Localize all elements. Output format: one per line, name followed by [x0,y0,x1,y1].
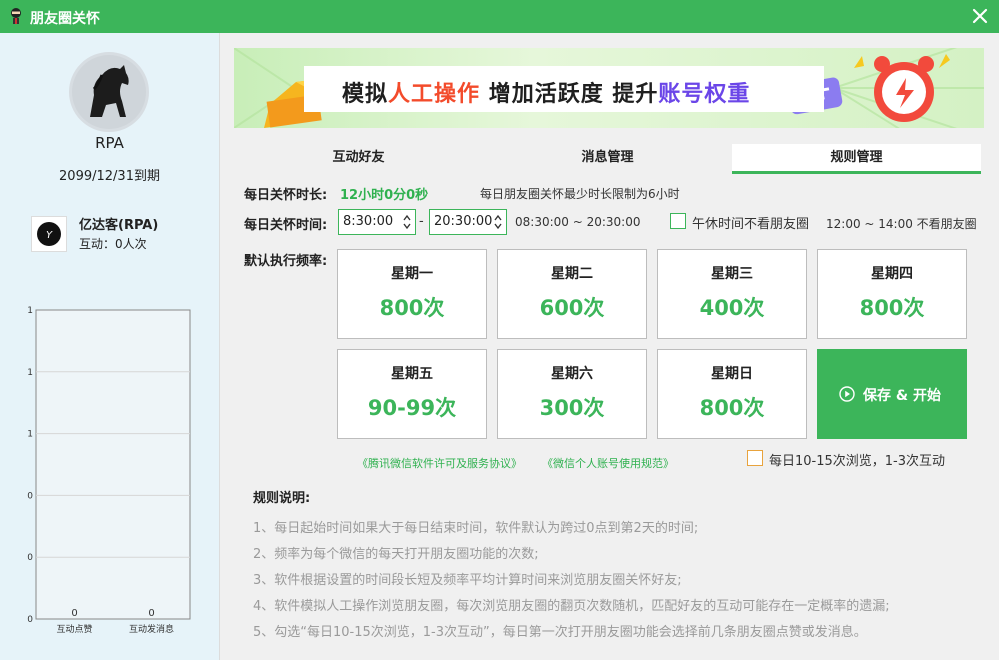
day-frequency: 800次 [859,296,925,320]
save-start-label: 保存 & 开始 [863,388,941,404]
end-time-input[interactable]: 20:30:00 [429,209,507,235]
start-time-input[interactable]: 8:30:00 [338,209,416,235]
close-icon[interactable] [969,5,991,27]
chart-y-tick-label: 1 [27,368,33,378]
account-name: 亿达客(RPA) [79,218,159,233]
main-panel: 模拟人工操作 增加活跃度 提升账号权重 互动好友 消息管理 规则管理 每日关怀时… [219,33,999,660]
day-name: 星期日 [711,366,753,382]
tab-bar: 互动好友 消息管理 规则管理 [234,144,982,174]
start-time-value: 8:30:00 [343,214,394,229]
day-frequency: 400次 [699,296,765,320]
time-dash: - [419,214,424,229]
banner-part3: 增加活跃度 提升 [480,82,659,107]
chart-y-tick-label: 1 [27,430,33,440]
time-range: 08:30:00 ~ 20:30:00 [515,215,641,229]
nap-checkbox[interactable] [670,213,686,229]
day-frequency: 600次 [539,296,605,320]
day-card-sunday[interactable]: 星期日 800次 [657,349,807,439]
usage-rules-link[interactable]: 《微信个人账号使用规范》 [542,455,674,471]
duration-note: 每日朋友圈关怀最少时长限制为6小时 [480,187,680,201]
window-title: 朋友圈关怀 [30,11,100,27]
horse-avatar-icon [72,55,146,129]
banner-part1: 模拟 [342,82,389,107]
day-frequency: 800次 [699,396,765,420]
day-card-monday[interactable]: 星期一 800次 [337,249,487,339]
day-name: 星期四 [871,266,913,282]
day-card-tuesday[interactable]: 星期二 600次 [497,249,647,339]
chart-y-tick-label: 0 [27,553,33,563]
end-time-value: 20:30:00 [434,214,493,229]
tab-message-management[interactable]: 消息管理 [483,144,732,174]
account-interaction: 互动：0人次 [79,235,147,252]
day-name: 星期五 [391,366,433,382]
interaction-chart: 1 1 1 0 0 0 0 互动点赞 0 互动发消息 [27,306,191,633]
rule-item-1: 1、每日起始时间如果大于每日结束时间，软件默认为跨过0点到第2天的时间; [253,521,699,536]
sidebar: RPA 2099/12/31到期 Y 亿达客(RPA) 互动：0人次 1 1 1 0 0… [0,33,219,660]
day-frequency: 300次 [539,396,605,420]
duration-label: 每日关怀时长: [244,188,328,203]
day-name: 星期三 [711,266,753,282]
time-label: 每日关怀时间: [244,218,328,233]
banner-slogan: 模拟人工操作 增加活跃度 提升账号权重 [342,76,750,108]
tab-rule-management[interactable]: 规则管理 [732,144,981,174]
expiry-date: 2099/12/31到期 [59,169,160,184]
day-card-thursday[interactable]: 星期四 800次 [817,249,967,339]
username: RPA [95,134,124,152]
chart-data-label: 0 [71,608,77,619]
rules-title: 规则说明: [253,491,311,506]
day-card-friday[interactable]: 星期五 90-99次 [337,349,487,439]
chart-category-label: 互动发消息 [129,623,174,633]
chart-y-tick-label: 1 [27,306,33,316]
nap-range: 12:00 ~ 14:00 不看朋友圈 [826,217,977,231]
avatar [69,52,149,132]
duration-value: 12小时0分0秒 [340,188,429,203]
day-card-saturday[interactable]: 星期六 300次 [497,349,647,439]
save-start-button[interactable]: 保存 & 开始 [817,349,967,439]
day-name: 星期一 [391,266,433,282]
day-name: 星期六 [551,366,593,382]
spinner-icon[interactable] [403,213,411,231]
interaction-label: 互动： [79,237,116,251]
interaction-value: 0人次 [115,237,147,251]
promo-banner: 模拟人工操作 增加活跃度 提升账号权重 [234,48,984,128]
tab-interactive-friends[interactable]: 互动好友 [234,144,483,174]
day-frequency: 800次 [379,296,445,320]
chart-data-label: 0 [148,608,154,619]
rule-item-5: 5、勾选“每日10-15次浏览，1-3次互动”，每日第一次打开朋友圈功能会选择前… [253,625,867,640]
yidake-logo-icon: Y [37,222,61,246]
title-bar: 朋友圈关怀 [0,0,999,33]
spinner-icon[interactable] [494,213,502,231]
rule-item-2: 2、频率为每个微信的每天打开朋友圈功能的次数; [253,547,539,562]
license-link[interactable]: 《腾讯微信软件许可及服务协议》 [357,455,522,471]
browse-option-checkbox[interactable] [747,450,763,466]
banner-part2: 人工操作 [388,82,481,107]
account-logo: Y [31,216,67,252]
chart-category-label: 互动点赞 [56,623,92,633]
rule-item-3: 3、软件根据设置的时间段长短及频率平均计算时间来浏览朋友圈关怀好友; [253,573,682,588]
ninja-app-icon [11,8,21,24]
frequency-label: 默认执行频率: [244,254,328,269]
day-name: 星期二 [551,266,593,282]
svg-text:Y: Y [46,230,53,241]
browse-option-label[interactable]: 每日10-15次浏览，1-3次互动 [769,450,945,469]
chart-plot-area [35,309,191,620]
rule-item-4: 4、软件模拟人工操作浏览朋友圈，每次浏览朋友圈的翻页次数随机，匹配好友的互动可能… [253,599,890,614]
chart-y-tick-label: 0 [27,615,33,625]
banner-part4: 账号权重 [658,82,751,107]
day-frequency: 90-99次 [367,396,457,420]
nap-label[interactable]: 午休时间不看朋友圈 [692,213,809,232]
day-card-wednesday[interactable]: 星期三 400次 [657,249,807,339]
play-circle-icon [839,386,855,402]
chart-y-tick-label: 0 [27,491,33,501]
